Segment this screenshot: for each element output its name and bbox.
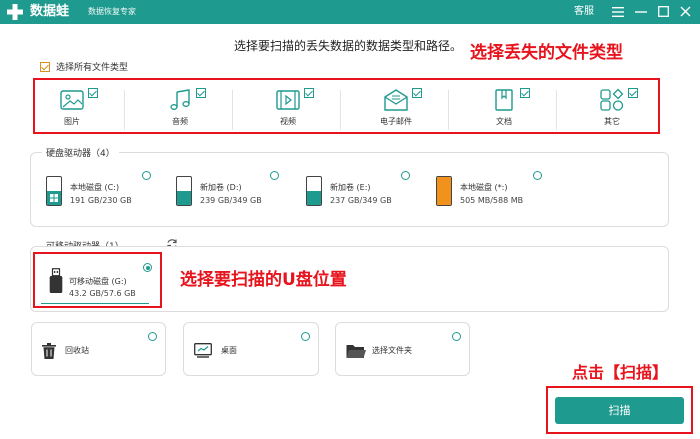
maximize-icon[interactable]: [654, 2, 672, 22]
annotation-file-types: 选择丢失的文件类型: [470, 43, 623, 63]
drive-name: 本地磁盘 (*:): [460, 183, 508, 192]
document-checkbox[interactable]: [520, 88, 530, 98]
desktop-radio[interactable]: [301, 332, 310, 341]
drive-size: 505 MB/588 MB: [460, 196, 524, 205]
app-logo-icon: [7, 4, 23, 20]
image-checkbox[interactable]: [88, 88, 98, 98]
location-label: 桌面: [221, 346, 237, 355]
other-checkbox[interactable]: [628, 88, 638, 98]
hard-drives-title: 硬盘驱动器（4）: [42, 146, 119, 159]
other-icon: [600, 88, 624, 111]
usb-icon: [49, 268, 63, 293]
file-type-other[interactable]: 其它: [560, 84, 670, 132]
select-all-check-icon[interactable]: [40, 61, 50, 72]
usb-usage-bar: [41, 303, 149, 304]
annotation-scan-hint: 点击【扫描】: [572, 363, 669, 382]
location-select-folder[interactable]: 选择文件夹: [335, 322, 470, 376]
file-type-label: 文档: [496, 117, 512, 126]
drive-icon: [176, 176, 192, 206]
trash-icon: [42, 343, 56, 359]
divider: [124, 90, 125, 130]
menu-icon[interactable]: [609, 2, 627, 22]
audio-checkbox[interactable]: [196, 88, 206, 98]
divider: [556, 90, 557, 130]
email-icon: [384, 89, 408, 111]
select-all-checkbox[interactable]: 选择所有文件类型: [40, 60, 128, 73]
customer-service-button[interactable]: 客服: [574, 4, 594, 20]
instruction-text: 选择要扫描的丢失数据的数据类型和路径。: [234, 39, 463, 53]
drive-name: 新加卷 (E:): [330, 183, 371, 192]
drive-name: 本地磁盘 (C:): [70, 183, 120, 192]
email-checkbox[interactable]: [412, 88, 422, 98]
minimize-icon[interactable]: [632, 2, 650, 22]
file-type-email[interactable]: 电子邮件: [344, 84, 454, 132]
drive-star[interactable]: 本地磁盘 (*:) 505 MB/588 MB: [436, 176, 556, 216]
drive-size: 239 GB/349 GB: [200, 196, 262, 205]
file-type-label: 电子邮件: [380, 117, 412, 126]
drive-icon: [306, 176, 322, 206]
location-label: 回收站: [65, 346, 89, 355]
drive-c[interactable]: 本地磁盘 (C:) 191 GB/230 GB: [46, 176, 166, 216]
document-icon: [495, 89, 513, 111]
usb-drive-card[interactable]: 可移动磁盘 (G:) 43.2 GB/57.6 GB: [33, 252, 162, 308]
app-name: 数据蛙: [30, 4, 70, 19]
usb-drive-size: 43.2 GB/57.6 GB: [69, 289, 136, 298]
app-subtitle: 数据恢复专家: [88, 7, 136, 16]
divider: [448, 90, 449, 130]
file-type-label: 音频: [172, 117, 188, 126]
music-icon: [170, 89, 190, 110]
select-all-label: 选择所有文件类型: [56, 63, 129, 73]
video-icon: [276, 90, 300, 110]
windows-drive-icon: [46, 176, 62, 206]
drive-e[interactable]: 新加卷 (E:) 237 GB/349 GB: [306, 176, 426, 216]
usb-drive-radio[interactable]: [143, 263, 152, 272]
drive-name: 新加卷 (D:): [200, 183, 242, 192]
file-type-document[interactable]: 文档: [452, 84, 562, 132]
file-type-audio[interactable]: 音频: [128, 84, 238, 132]
folder-icon: [346, 345, 366, 358]
title-bar: 数据蛙 数据恢复专家 客服: [0, 0, 700, 24]
drive-size: 237 GB/349 GB: [330, 196, 392, 205]
drive-d-radio[interactable]: [270, 171, 279, 180]
drive-icon: [436, 176, 452, 206]
close-icon[interactable]: [676, 2, 694, 22]
file-type-image[interactable]: 图片: [20, 84, 130, 132]
video-checkbox[interactable]: [304, 88, 314, 98]
location-label: 选择文件夹: [372, 346, 412, 355]
drive-c-radio[interactable]: [142, 171, 151, 180]
recycle-bin-radio[interactable]: [148, 332, 157, 341]
drive-star-radio[interactable]: [533, 171, 542, 180]
drive-d[interactable]: 新加卷 (D:) 239 GB/349 GB: [176, 176, 296, 216]
drive-e-radio[interactable]: [401, 171, 410, 180]
file-type-video[interactable]: 视频: [236, 84, 346, 132]
drive-size: 191 GB/230 GB: [70, 196, 132, 205]
divider: [340, 90, 341, 130]
divider: [232, 90, 233, 130]
desktop-icon: [194, 343, 212, 358]
file-type-label: 其它: [604, 117, 620, 126]
location-desktop[interactable]: 桌面: [183, 322, 319, 376]
file-type-label: 视频: [280, 117, 296, 126]
select-folder-radio[interactable]: [452, 332, 461, 341]
scan-button[interactable]: 扫描: [555, 397, 684, 424]
annotation-usb-location: 选择要扫描的U盘位置: [180, 270, 347, 290]
location-recycle-bin[interactable]: 回收站: [31, 322, 166, 376]
file-type-label: 图片: [64, 117, 80, 126]
usb-drive-name: 可移动磁盘 (G:): [69, 277, 127, 286]
image-icon: [60, 90, 84, 110]
